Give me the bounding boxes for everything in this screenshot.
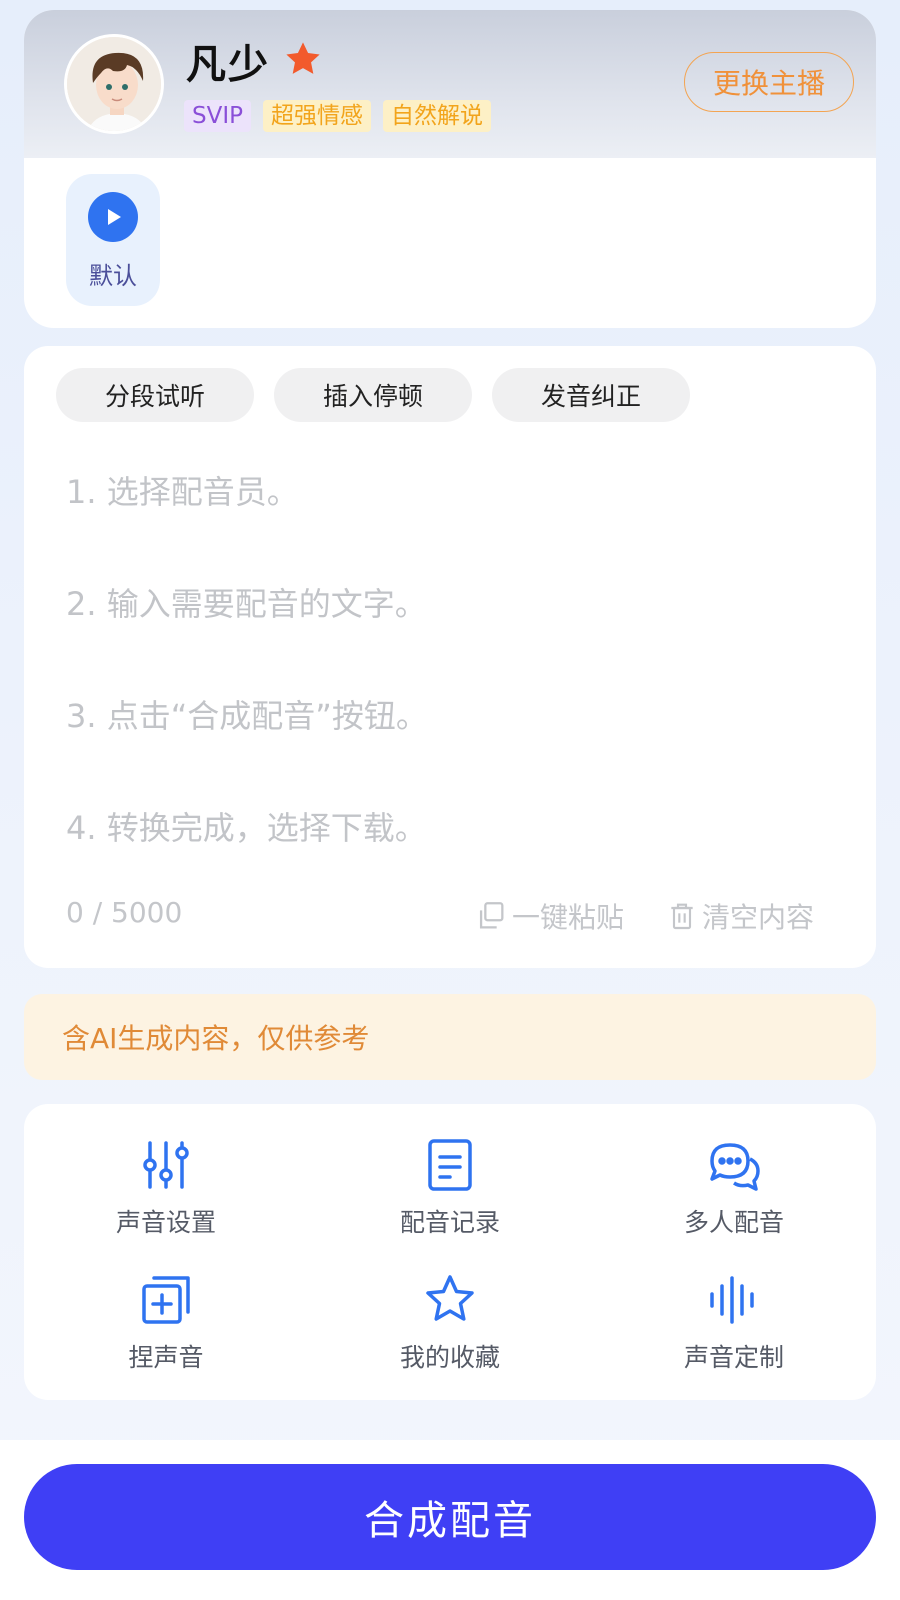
bottom-bar: 合成配音 [0, 1440, 900, 1600]
star-outline-icon [426, 1274, 474, 1321]
clear-label: 清空内容 [702, 901, 815, 934]
feature-label: 捏声音 [128, 1342, 204, 1372]
sliders-icon [143, 1140, 189, 1189]
pronunciation-fix-button[interactable]: 发音纠正 [492, 368, 690, 422]
default-style-label: 默认 [89, 262, 137, 290]
paste-button[interactable]: 一键粘贴 [474, 896, 624, 936]
feature-label: 声音定制 [683, 1342, 784, 1372]
chat-bubbles-icon [710, 1142, 760, 1191]
document-icon [428, 1138, 472, 1191]
craft-voice-button[interactable]: 捏声音 [24, 1255, 308, 1390]
feature-label: 配音记录 [399, 1207, 500, 1237]
insert-pause-button[interactable]: 插入停顿 [274, 368, 472, 422]
clear-button[interactable]: 清空内容 [666, 896, 814, 936]
ai-notice: 含AI生成内容，仅供参考 [24, 994, 876, 1080]
add-layers-icon [142, 1275, 190, 1324]
feature-grid: 声音设置 配音记录 多人配音 捏声音 我的收藏 声音定制 [24, 1104, 876, 1400]
paste-icon [479, 902, 504, 929]
tag-emotion: 超强情感 [263, 100, 371, 132]
multi-voice-button[interactable]: 多人配音 [592, 1120, 876, 1255]
anchor-card: 凡少 SVIP 超强情感 自然解说 更换主播 默认 [24, 10, 876, 328]
placeholder-step: 1. 选择配音员。 [66, 473, 299, 511]
favorites-button[interactable]: 我的收藏 [308, 1255, 592, 1390]
feature-label: 我的收藏 [399, 1342, 500, 1372]
avatar[interactable] [64, 34, 164, 134]
star-badge-icon [286, 42, 320, 74]
segment-preview-button[interactable]: 分段试听 [56, 368, 254, 422]
feature-label: 声音设置 [115, 1207, 216, 1237]
dubbing-history-button[interactable]: 配音记录 [308, 1120, 592, 1255]
voice-settings-button[interactable]: 声音设置 [24, 1120, 308, 1255]
waveform-icon [710, 1275, 754, 1324]
placeholder-step: 3. 点击“合成配音”按钮。 [66, 697, 428, 735]
tag-svip: SVIP [184, 100, 251, 132]
synthesize-button[interactable]: 合成配音 [24, 1464, 876, 1570]
trash-icon [671, 903, 693, 930]
default-style-button[interactable]: 默认 [66, 174, 160, 306]
tag-narration: 自然解说 [383, 100, 491, 132]
feature-label: 多人配音 [683, 1207, 784, 1237]
anchor-tags: SVIP 超强情感 自然解说 [184, 100, 491, 132]
play-icon[interactable] [88, 192, 138, 242]
char-counter: 0 / 5000 [66, 896, 183, 929]
change-anchor-button[interactable]: 更换主播 [684, 52, 854, 112]
text-editor[interactable]: 分段试听 插入停顿 发音纠正 1. 选择配音员。 2. 输入需要配音的文字。 3… [24, 346, 876, 968]
editor-toolbar: 分段试听 插入停顿 发音纠正 [56, 368, 690, 422]
text-input-placeholder[interactable]: 1. 选择配音员。 2. 输入需要配音的文字。 3. 点击“合成配音”按钮。 4… [66, 466, 428, 914]
anchor-name: 凡少 [186, 42, 270, 88]
voice-custom-button[interactable]: 声音定制 [592, 1255, 876, 1390]
placeholder-step: 2. 输入需要配音的文字。 [66, 585, 427, 623]
paste-label: 一键粘贴 [512, 901, 625, 934]
anchor-header: 凡少 SVIP 超强情感 自然解说 更换主播 [24, 10, 876, 158]
